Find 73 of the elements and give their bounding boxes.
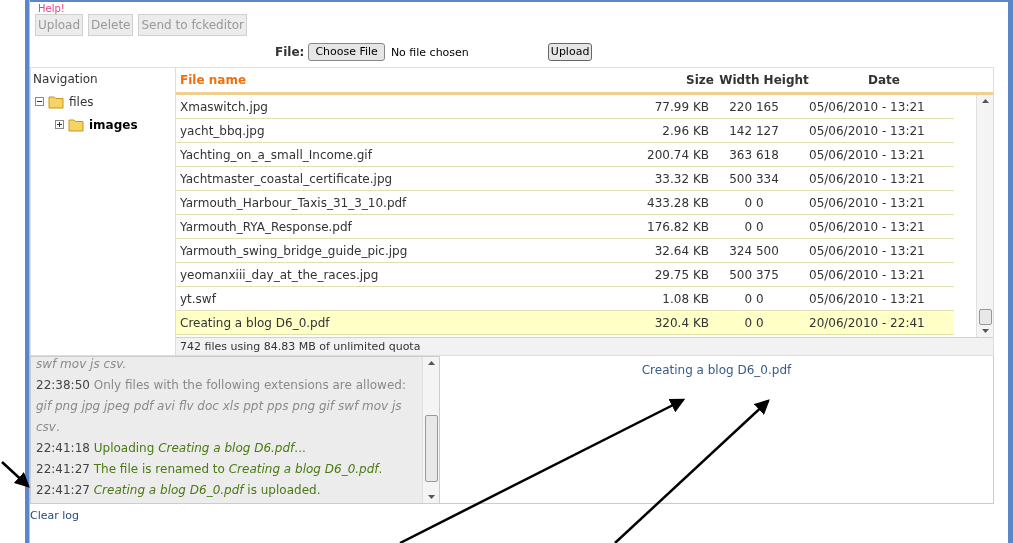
file-dimensions: 0 0 bbox=[743, 218, 765, 236]
file-name: Yarmouth_Harbour_Taxis_31_3_10.pdf bbox=[179, 194, 408, 212]
folder-name[interactable]: files bbox=[69, 92, 94, 111]
file-date: 05/06/2010 - 13:21 bbox=[808, 194, 926, 212]
file-status: No file chosen bbox=[390, 45, 469, 62]
scroll-up-icon[interactable] bbox=[427, 361, 435, 365]
preview-filename: Creating a blog D6_0.pdf bbox=[641, 362, 792, 377]
file-size: 29.75 KB bbox=[653, 266, 709, 284]
scroll-down-icon[interactable] bbox=[981, 329, 989, 333]
upload-button[interactable]: Upload bbox=[547, 42, 593, 61]
file-size: 1.08 KB bbox=[661, 290, 709, 308]
file-date: 20/06/2010 - 22:41 bbox=[808, 314, 926, 332]
file-date: 05/06/2010 - 13:21 bbox=[808, 146, 926, 164]
file-name: yt.swf bbox=[179, 290, 218, 308]
file-dimensions: 0 0 bbox=[743, 290, 765, 308]
file-name: Yarmouth_RYA_Response.pdf bbox=[179, 218, 353, 236]
file-date: 05/06/2010 - 13:21 bbox=[808, 242, 926, 260]
file-size: 433.28 KB bbox=[646, 194, 709, 212]
collapse-icon[interactable] bbox=[35, 97, 44, 106]
file-dimensions: 500 334 bbox=[728, 170, 780, 188]
scrollbar[interactable] bbox=[976, 95, 993, 337]
choose-file-button[interactable]: Choose File bbox=[308, 42, 385, 61]
file-date: 05/06/2010 - 13:21 bbox=[808, 290, 926, 308]
clear-log-link[interactable]: Clear log bbox=[30, 508, 80, 525]
scroll-up-icon[interactable] bbox=[981, 99, 989, 103]
annotation-arrow bbox=[1, 461, 30, 488]
scroll-down-icon[interactable] bbox=[427, 495, 435, 499]
file-dimensions: 142 127 bbox=[728, 122, 780, 140]
column-header[interactable]: Size bbox=[634, 71, 714, 89]
file-name: Yachtmaster_coastal_certificate.jpg bbox=[179, 170, 394, 188]
file-label: File: bbox=[275, 43, 305, 61]
navigation-title: Navigation bbox=[33, 71, 99, 88]
file-size: 176.82 KB bbox=[646, 218, 709, 236]
file-size: 200.74 KB bbox=[646, 146, 709, 164]
file-size: 33.32 KB bbox=[653, 170, 709, 188]
file-dimensions: 363 618 bbox=[728, 146, 780, 164]
file-size: 77.99 KB bbox=[653, 98, 709, 116]
file-date: 05/06/2010 - 13:21 bbox=[808, 266, 926, 284]
file-row[interactable]: Creating a blog D6_0.pdf 320.4 KB 0 0 20/06/2010 - 22:41 bbox=[176, 311, 954, 335]
file-size: 2.96 KB bbox=[661, 122, 709, 140]
log-entry: 22:41:27 Creating a blog D6_0.pdf is uploaded. bbox=[36, 482, 322, 499]
log-entry: 22:41:27 The file is renamed to Creating a blog D6_0.pdf. bbox=[36, 461, 384, 478]
log-entry: swf mov js csv. bbox=[36, 357, 128, 373]
file-date: 05/06/2010 - 13:21 bbox=[808, 122, 926, 140]
file-size: 32.64 KB bbox=[653, 242, 709, 260]
file-date: 05/06/2010 - 13:21 bbox=[808, 218, 926, 236]
log-entry: 22:38:50 Only files with the following extensions are allowed: gif png jpg jpeg pdf avi flv doc xls ppt pps png gif swf mov js csv. bbox=[36, 377, 407, 436]
file-name: yacht_bbq.jpg bbox=[179, 122, 266, 140]
file-name: Xmaswitch.jpg bbox=[179, 98, 269, 116]
file-name: yeomanxiii_day_at_the_races.jpg bbox=[179, 266, 380, 284]
file-dimensions: 0 0 bbox=[743, 194, 765, 212]
column-header[interactable]: Width Height bbox=[714, 71, 814, 89]
expand-icon[interactable] bbox=[55, 120, 64, 129]
log-entry: 22:41:18 Uploading Creating a blog D6.pdf... bbox=[36, 440, 307, 457]
scroll-thumb[interactable] bbox=[978, 309, 992, 325]
help-link[interactable]: Help! bbox=[38, 3, 65, 14]
folder-icon bbox=[48, 94, 65, 109]
quota-text: 742 files using 84.83 MB of unlimited quota bbox=[176, 337, 993, 355]
file-dimensions: 220 165 bbox=[728, 98, 780, 116]
file-date: 05/06/2010 - 13:21 bbox=[808, 170, 926, 188]
folder-name[interactable]: images bbox=[89, 115, 138, 134]
file-name: Yarmouth_swing_bridge_guide_pic.jpg bbox=[179, 242, 409, 260]
file-dimensions: 0 0 bbox=[743, 314, 765, 332]
file-date: 05/06/2010 - 13:21 bbox=[808, 98, 926, 116]
file-dimensions: 324 500 bbox=[728, 242, 780, 260]
file-name: Yachting_on_a_small_Income.gif bbox=[179, 146, 374, 164]
file-size: 320.4 KB bbox=[653, 314, 709, 332]
file-dimensions: 500 375 bbox=[728, 266, 780, 284]
file-name: Creating a blog D6_0.pdf bbox=[179, 314, 331, 332]
folder-icon bbox=[68, 117, 85, 132]
column-header[interactable]: Date bbox=[814, 71, 954, 89]
scroll-thumb[interactable] bbox=[424, 415, 438, 482]
scrollbar[interactable] bbox=[422, 357, 439, 503]
